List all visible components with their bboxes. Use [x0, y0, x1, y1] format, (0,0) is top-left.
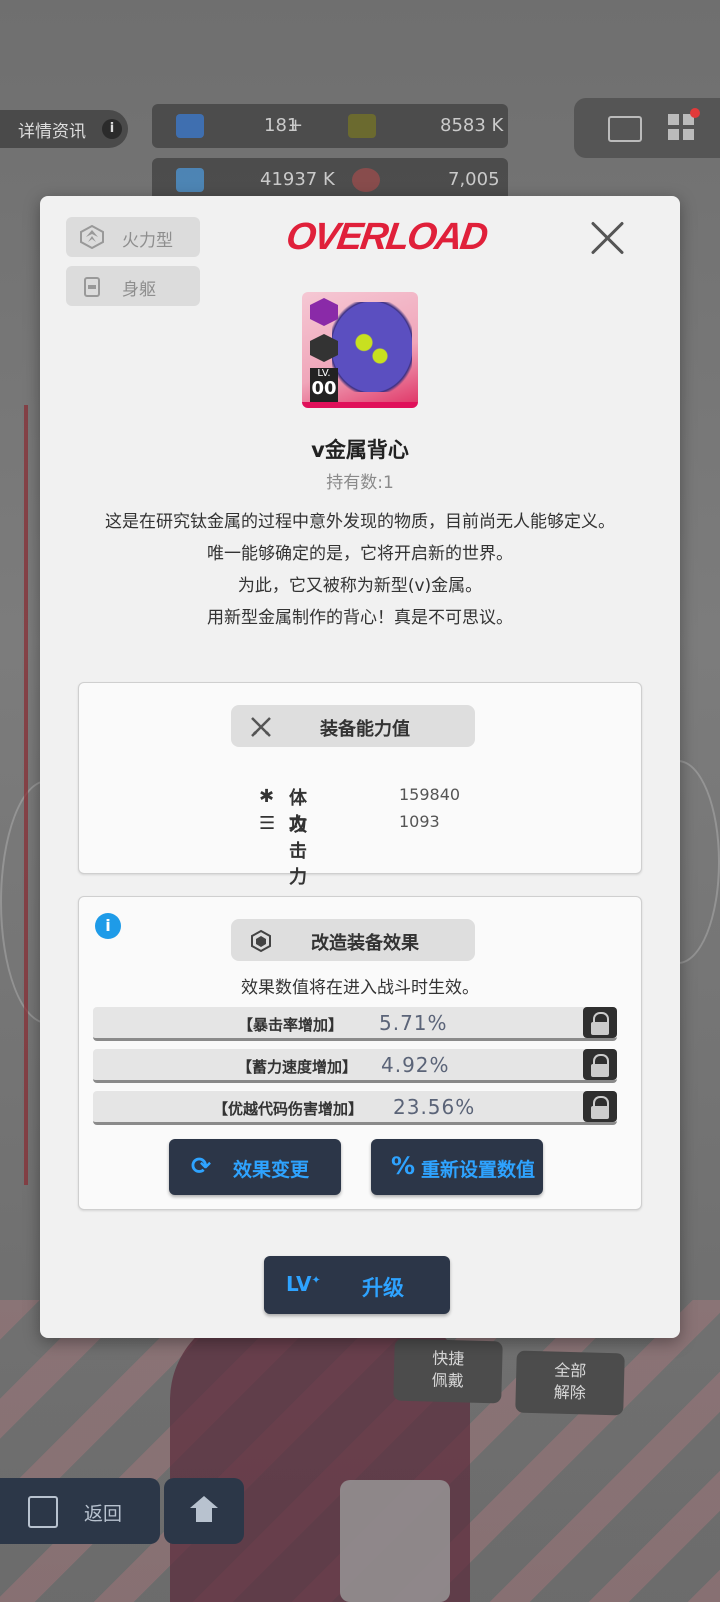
- item-card: LV. 00: [302, 292, 418, 408]
- stat-value: 159840: [399, 785, 461, 804]
- tag-body: 身躯: [66, 266, 200, 306]
- firepower-icon: [80, 225, 104, 249]
- item-level-value: 00: [311, 378, 337, 399]
- credit-card-icon: [348, 114, 376, 138]
- item-level-badge: LV. 00: [310, 368, 338, 402]
- level-up-icon: LV✦: [286, 1272, 321, 1296]
- body-armor-icon: [84, 277, 100, 297]
- info-icon[interactable]: i: [95, 913, 121, 939]
- description-line: 唯一能够确定的是，它将开启新的世界。: [207, 544, 513, 564]
- add-crystal-button[interactable]: +: [288, 104, 303, 148]
- resource-bar-top: 181 + 8583 K: [152, 104, 508, 148]
- item-name: v金属背心: [311, 438, 409, 462]
- effect-row: 【蓄力速度增加】 4.92%: [93, 1049, 617, 1083]
- home-button[interactable]: [164, 1478, 244, 1544]
- owned-count: 持有数:1: [326, 473, 394, 493]
- effect-row: 【暴击率增加】 5.71%: [93, 1007, 617, 1041]
- back-button[interactable]: 返回: [0, 1478, 160, 1544]
- effects-panel: i 改造装备效果 效果数值将在进入战斗时生效。 【暴击率增加】 5.71% 【蓄…: [78, 896, 642, 1210]
- stats-panel-title: 装备能力值: [320, 719, 410, 740]
- stat-label: 攻击力: [289, 815, 307, 888]
- lock-icon[interactable]: [583, 1091, 617, 1122]
- notification-dot: [690, 108, 700, 118]
- effect-label: 【蓄力速度增加】: [236, 1058, 357, 1076]
- credit-count: 8583 K: [440, 115, 504, 136]
- quick-equip-button[interactable]: 快捷 佩戴: [393, 1338, 503, 1404]
- overload-logo: OVERLOAD: [283, 216, 489, 258]
- stats-panel: 装备能力值 ✱ 体力 159840 ☰ 攻击力 1093: [78, 682, 642, 888]
- stats-panel-header: 装备能力值: [231, 705, 475, 747]
- quick-equip-label-1: 快捷: [432, 1348, 465, 1369]
- crystal-icon: [176, 114, 204, 138]
- exit-icon: [28, 1496, 58, 1528]
- info-icon[interactable]: i: [102, 119, 122, 139]
- mail-icon[interactable]: [608, 116, 642, 142]
- change-effect-button[interactable]: ⟳ 效果变更: [169, 1139, 341, 1195]
- tag-firepower: 火力型: [66, 217, 200, 257]
- description-line: 用新型金属制作的背心！真是不可思议。: [207, 608, 513, 628]
- reset-values-label: 重新设置数值: [421, 1159, 536, 1181]
- level-up-label: LV: [286, 1272, 312, 1296]
- lock-icon[interactable]: [583, 1007, 617, 1038]
- home-icon: [190, 1496, 218, 1508]
- upgrade-button[interactable]: LV✦ 升级: [264, 1256, 450, 1314]
- percent-icon: %: [391, 1152, 416, 1180]
- stat-value: 1093: [399, 812, 440, 831]
- refresh-icon: ⟳: [191, 1152, 212, 1180]
- description-line: 这是在研究钛金属的过程中意外发现的物质，目前尚无人能够定义。: [105, 512, 615, 532]
- description-line: 为此，它又被称为新型(v)金属。: [237, 576, 483, 596]
- change-effect-label: 效果变更: [233, 1159, 310, 1181]
- tag-body-label: 身躯: [122, 280, 156, 300]
- reset-values-button[interactable]: % 重新设置数值: [371, 1139, 543, 1195]
- effect-value: 5.71%: [379, 1011, 448, 1035]
- home-icon-body: [196, 1508, 212, 1522]
- upgrade-label: 升级: [362, 1276, 404, 1300]
- side-decor-line: [24, 405, 28, 1185]
- item-description: 这是在研究钛金属的过程中意外发现的物质，目前尚无人能够定义。 唯一能够确定的是，…: [76, 506, 644, 634]
- lock-icon[interactable]: [583, 1049, 617, 1080]
- effect-value: 23.56%: [393, 1095, 476, 1119]
- battery-icon: [176, 168, 204, 192]
- effect-label: 【优越代码伤害增加】: [212, 1100, 363, 1118]
- effect-value: 4.92%: [381, 1053, 450, 1077]
- vest-image: [332, 302, 412, 392]
- menu-grid-icon[interactable]: [668, 114, 694, 140]
- top-right-menu: [574, 98, 720, 158]
- close-icon[interactable]: [586, 216, 630, 260]
- effects-panel-header: 改造装备效果: [231, 919, 475, 961]
- detail-info-label: 详情资讯: [18, 121, 86, 142]
- core-icon: [352, 168, 380, 192]
- remove-all-button[interactable]: 全部 解除: [515, 1350, 625, 1416]
- detail-info-tab[interactable]: 详情资讯 i: [0, 110, 128, 148]
- character-boot: [340, 1480, 450, 1602]
- health-icon: ✱: [259, 786, 275, 807]
- effect-row: 【优越代码伤害增加】 23.56%: [93, 1091, 617, 1125]
- back-label: 返回: [84, 1503, 123, 1525]
- effects-panel-title: 改造装备效果: [311, 933, 419, 954]
- effects-note: 效果数值将在进入战斗时生效。: [241, 978, 479, 998]
- equipment-detail-modal: 火力型 身躯 OVERLOAD LV. 00 v金属背心 持有数:1 这是在研究…: [40, 196, 680, 1338]
- tag-firepower-label: 火力型: [122, 231, 173, 251]
- remove-all-label-2: 解除: [553, 1382, 586, 1403]
- quick-equip-label-2: 佩戴: [431, 1370, 464, 1391]
- remove-all-label-1: 全部: [554, 1360, 587, 1381]
- attack-icon: ☰: [259, 813, 276, 834]
- effect-label: 【暴击率增加】: [237, 1016, 343, 1034]
